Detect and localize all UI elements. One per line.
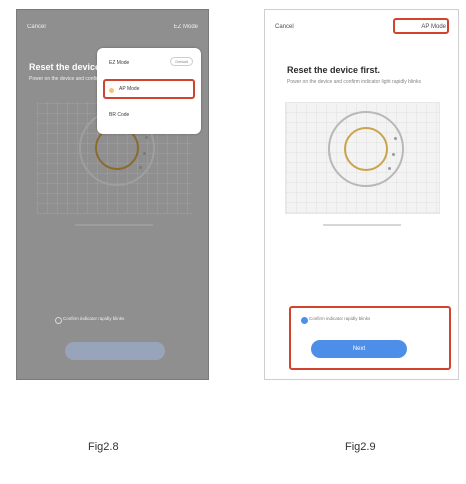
checkbox-icon[interactable] [55,317,62,324]
cancel-link[interactable]: Cancel [27,24,46,30]
phone-screenshot-ap-mode-confirm: Cancel AP Mode Reset the device first. P… [264,9,459,380]
confirm-text: Confirm indicator rapidly blinks [309,316,371,321]
indicator-dot-icon [392,153,395,156]
menu-item-br-code[interactable]: BR Code [109,112,129,118]
mode-switch-link[interactable]: EZ Mode [174,24,198,30]
cancel-link[interactable]: Cancel [275,24,294,30]
indicator-dot-icon [145,136,148,139]
indicator-dot-icon [394,137,397,140]
page-title: Reset the device first. [287,65,381,75]
illustration-caption [75,224,153,226]
mode-dropdown-menu: EZ Mode Default AP Mode BR Code [97,48,201,134]
menu-item-ez-mode[interactable]: EZ Mode [109,60,129,66]
checkbox-checked-icon[interactable] [301,317,308,324]
highlight-box [103,79,195,99]
thermostat-inner-ring-icon [344,127,388,171]
menu-item-ap-mode[interactable]: AP Mode [119,86,139,92]
next-button[interactable] [65,342,165,360]
next-button[interactable]: Next [311,340,407,358]
indicator-dot-icon [388,167,391,170]
figure-caption-right: Fig2.9 [345,441,376,453]
device-illustration [285,102,440,214]
indicator-dot-icon [143,152,146,155]
illustration-caption [323,224,401,226]
figure-caption-left: Fig2.8 [88,441,119,453]
selected-dot-icon [109,88,114,93]
mode-switch-link[interactable]: AP Mode [421,24,446,30]
indicator-dot-icon [328,153,331,156]
thermostat-ring-icon [328,111,404,187]
confirm-checkbox-row[interactable]: Confirm indicator rapidly blinks [55,316,195,324]
confirm-text: Confirm indicator rapidly blinks [63,316,125,321]
page-subtitle: Power on the device and confirm indicato… [287,79,421,85]
default-badge: Default [170,57,193,66]
phone-screenshot-ap-mode-select: Cancel EZ Mode Reset the device first. P… [16,9,209,380]
confirm-checkbox-row[interactable]: Confirm indicator rapidly blinks [301,316,441,324]
indicator-dot-icon [139,166,142,169]
